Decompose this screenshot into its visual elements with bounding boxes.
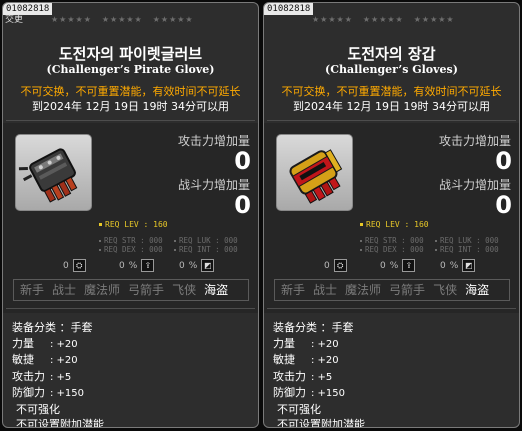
item-icon-frame — [15, 134, 92, 211]
req-dex: REQ DEX : 000 — [365, 245, 424, 254]
pet-icon: ⛭ — [333, 259, 347, 272]
attack-increase-label: 攻击力增加量 — [177, 134, 250, 148]
job-magician: 魔法师 — [345, 283, 382, 297]
req-str: REQ STR : 000 — [104, 236, 163, 245]
job-thief: 飞侠 — [433, 283, 458, 297]
required-level: REQ LEV : 160 — [99, 220, 168, 230]
job-thief: 飞侠 — [172, 283, 197, 297]
star-group: ★★★★★ — [101, 15, 143, 24]
required-level: REQ LEV : 160 — [360, 220, 429, 230]
required-stats: REQ STR : 000 REQ LUK : 000 REQ DEX : 00… — [360, 236, 510, 254]
trade-restriction: 不可交换，不可重置潜能，有效时间不可延长 — [20, 85, 241, 98]
note-no-enhance: 不可强化 — [16, 402, 60, 416]
combat-increase-value: 0 — [495, 191, 512, 219]
challenger-glove-icon — [289, 149, 343, 204]
equip-category: 装备分类 ：手套 — [273, 321, 354, 334]
star-group: ★★★★★ — [51, 15, 92, 24]
divider — [267, 120, 516, 121]
attack-increase-label: 攻击力增加量 — [438, 134, 511, 148]
job-class-row: 新手 战士 魔法师 弓箭手 飞侠 海盗 — [274, 279, 510, 301]
req-int: REQ INT : 000 — [179, 245, 238, 254]
item-id: 01082818 — [264, 3, 314, 15]
req-str: REQ STR : 000 — [365, 236, 424, 245]
pirate-glove-icon — [18, 148, 78, 203]
item-tooltip-card-right: 01082818 ★★★★★ ★★★★★ ★★★★★ 도전자의 장갑 (Chal… — [263, 2, 520, 428]
stat-str: 力量: +20 — [12, 336, 78, 350]
enhance-icon: ◩ — [201, 259, 215, 272]
enhance-icon: ◩ — [462, 259, 476, 272]
attack-increase-value: 0 — [495, 147, 512, 175]
attack-increase-value: 0 — [234, 147, 251, 175]
required-stats: REQ STR : 000 REQ LUK : 000 REQ DEX : 00… — [99, 236, 249, 254]
job-warrior: 战士 — [52, 283, 77, 297]
job-archer: 弓箭手 — [128, 283, 165, 297]
stat-dex: 敏捷: +20 — [12, 353, 78, 366]
item-icon-frame — [276, 134, 353, 211]
star-force-row: ★★★★★ ★★★★★ ★★★★★ — [51, 15, 231, 25]
potential-slot: 0% ⇪ — [380, 259, 416, 272]
req-int: REQ INT : 000 — [440, 245, 499, 254]
potential-slot: 0% ⇪ — [119, 259, 155, 272]
stat-defense: 防御力: +150 — [12, 386, 85, 399]
potential-slot: 0% ◩ — [179, 259, 215, 272]
item-name-english: (Challenger’s Gloves) — [325, 63, 458, 76]
equip-category: 装备分类 ：手套 — [12, 321, 93, 334]
item-name-korean: 도전자의 파이렛글러브 — [58, 45, 203, 63]
job-pirate: 海盗 — [204, 283, 229, 297]
job-warrior: 战士 — [313, 283, 338, 297]
star-group: ★★★★★ — [362, 15, 404, 24]
item-details: 装备分类 ：手套 力量: +20 敏捷: +20 攻击力: +5 防御力: +1… — [273, 320, 365, 428]
divider — [6, 120, 255, 121]
note-no-additional-potential: 不可设置附加潜能 — [277, 418, 365, 428]
star-group: ★★★★★ — [413, 15, 455, 24]
stat-attack: 攻击力: +5 — [12, 369, 72, 383]
item-name-english: (Challenger’s Pirate Glove) — [46, 63, 215, 76]
upgrade-icon: ⇪ — [141, 259, 155, 272]
pet-icon: ⛭ — [72, 259, 86, 272]
req-dex: REQ DEX : 000 — [104, 245, 163, 254]
potential-slot: 0 ⛭ — [324, 259, 347, 272]
expiry-date: 到2024年 12月 19日 19时 34分可以用 — [293, 100, 490, 113]
note-no-enhance: 不可强化 — [277, 402, 321, 416]
item-id: 01082818 — [3, 3, 53, 15]
job-pirate: 海盗 — [465, 283, 490, 297]
divider — [267, 308, 516, 309]
req-luk: REQ LUK : 000 — [440, 236, 499, 245]
combat-increase-label: 战斗力增加量 — [177, 178, 250, 192]
job-magician: 魔法师 — [84, 283, 121, 297]
req-luk: REQ LUK : 000 — [179, 236, 238, 245]
potential-row: 0 ⛭ 0% ⇪ 0% ◩ — [324, 259, 484, 275]
divider — [6, 308, 255, 309]
combat-increase-label: 战斗力增加量 — [438, 178, 511, 192]
job-beginner: 新手 — [20, 283, 45, 297]
stat-defense: 防御力: +150 — [273, 386, 346, 399]
item-details: 装备分类 ：手套 力量: +20 敏捷: +20 攻击力: +5 防御力: +1… — [12, 320, 104, 428]
star-force-row: ★★★★★ ★★★★★ ★★★★★ — [312, 15, 492, 25]
trade-restriction: 不可交换，不可重置潜能，有效时间不可延长 — [281, 85, 502, 98]
stat-dex: 敏捷: +20 — [273, 353, 339, 366]
star-group: ★★★★★ — [152, 15, 194, 24]
stat-attack: 攻击力: +5 — [273, 369, 333, 383]
combat-increase-value: 0 — [234, 191, 251, 219]
item-subtitle: 交更 — [5, 15, 24, 25]
job-beginner: 新手 — [281, 283, 306, 297]
stat-str: 力量: +20 — [273, 336, 339, 350]
job-archer: 弓箭手 — [389, 283, 426, 297]
note-no-additional-potential: 不可设置附加潜能 — [16, 418, 104, 428]
item-name-korean: 도전자의 장갑 — [347, 45, 436, 63]
potential-slot: 0 ⛭ — [63, 259, 86, 272]
job-class-row: 新手 战士 魔法师 弓箭手 飞侠 海盗 — [13, 279, 249, 301]
item-tooltip-card-left: 01082818 交更 ★★★★★ ★★★★★ ★★★★★ 도전자의 파이렛글러… — [2, 2, 259, 428]
star-group: ★★★★★ — [312, 15, 353, 24]
expiry-date: 到2024年 12月 19日 19时 34分可以用 — [32, 100, 229, 113]
upgrade-icon: ⇪ — [402, 259, 416, 272]
potential-row: 0 ⛭ 0% ⇪ 0% ◩ — [63, 259, 223, 275]
potential-slot: 0% ◩ — [440, 259, 476, 272]
